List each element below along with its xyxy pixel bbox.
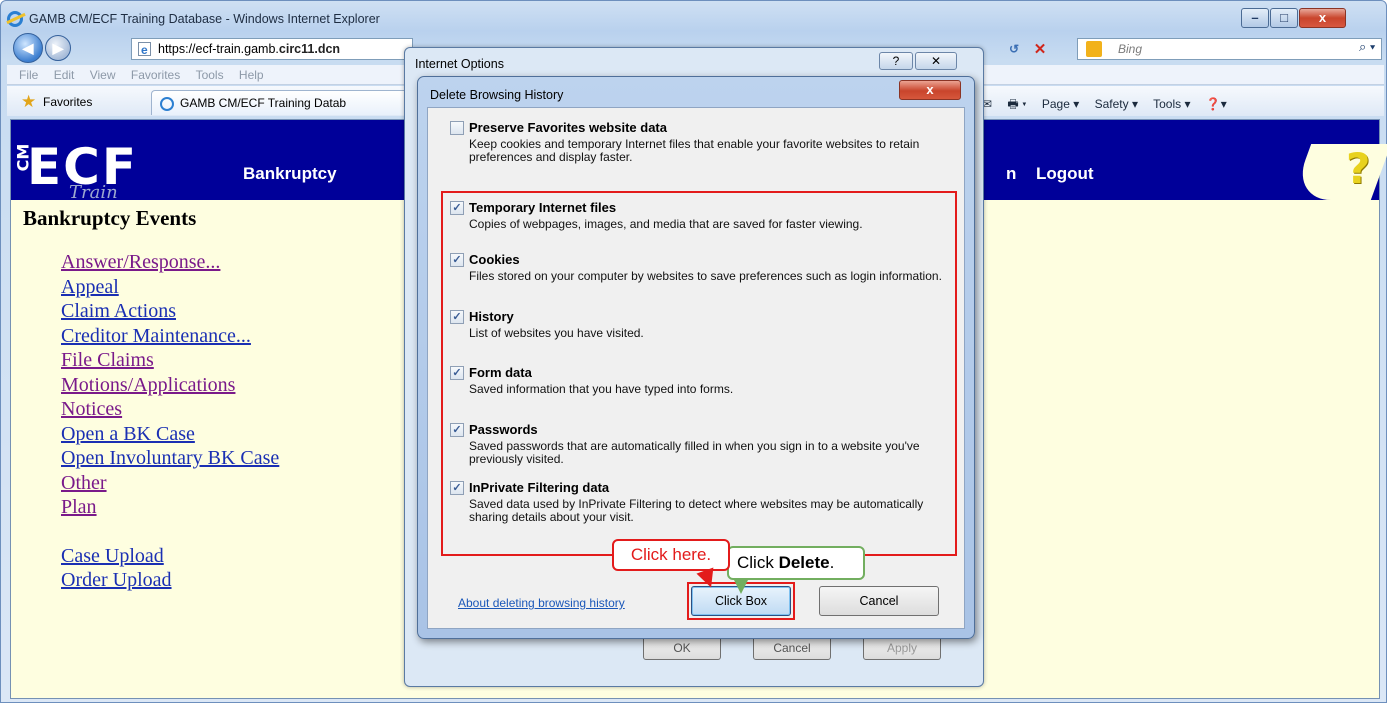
page-menu[interactable]: Page ▾ xyxy=(1042,97,1079,111)
event-link[interactable]: Appeal xyxy=(61,275,279,300)
menu-tools[interactable]: Tools xyxy=(196,65,224,85)
option-description: Saved data used by InPrivate Filtering t… xyxy=(469,497,924,524)
help-button[interactable]: ? xyxy=(879,52,913,70)
event-link[interactable]: Claim Actions xyxy=(61,299,279,324)
forward-button[interactable]: ▶ xyxy=(45,35,71,61)
title-bar: GAMB CM/ECF Training Database - Windows … xyxy=(7,6,1387,32)
window-title: GAMB CM/ECF Training Database - Windows … xyxy=(29,12,380,26)
event-link[interactable]: Motions/Applications xyxy=(61,373,279,398)
logo-train: Train xyxy=(69,182,118,203)
ecf-logo[interactable]: CM ECF Train xyxy=(11,120,136,203)
ie-window: GAMB CM/ECF Training Database - Windows … xyxy=(0,0,1387,703)
option-label[interactable]: Form data xyxy=(469,365,532,380)
page-icon xyxy=(138,40,151,59)
option-description: List of websites you have visited. xyxy=(469,326,644,340)
internet-options-title: Internet Options xyxy=(415,57,504,71)
menu-help[interactable]: Help xyxy=(239,65,264,85)
option-checkbox[interactable]: ✓ xyxy=(450,423,464,437)
help-tab xyxy=(1290,144,1387,200)
option-checkbox[interactable]: ✓ xyxy=(450,253,464,267)
event-link[interactable]: Order Upload xyxy=(61,568,279,593)
nav-logout[interactable]: Logout xyxy=(1036,164,1094,184)
tools-menu[interactable]: Tools ▾ xyxy=(1153,97,1190,111)
minimize-button[interactable]: – xyxy=(1241,8,1269,28)
menu-file[interactable]: File xyxy=(19,65,38,85)
about-deleting-history-link[interactable]: About deleting browsing history xyxy=(458,596,625,610)
event-link[interactable]: Case Upload xyxy=(61,544,279,569)
menu-favorites[interactable]: Favorites xyxy=(131,65,180,85)
ie-logo-icon xyxy=(7,11,23,27)
help-menu-icon[interactable]: ❓▾ xyxy=(1206,97,1227,111)
event-link[interactable]: File Claims xyxy=(61,348,279,373)
callout-delete-bold: Delete xyxy=(778,553,830,572)
event-link[interactable]: Other xyxy=(61,471,279,496)
option-description: Files stored on your computer by website… xyxy=(469,269,942,283)
search-placeholder: Bing xyxy=(1118,42,1143,56)
address-prefix: https://ecf-train.gamb. xyxy=(158,42,279,56)
internet-options-close-button[interactable]: ✕ xyxy=(915,52,957,70)
option-label[interactable]: Cookies xyxy=(469,252,520,267)
option-checkbox[interactable]: ✓ xyxy=(450,201,464,215)
event-links: Answer/Response... Appeal Claim Actions Cre… xyxy=(61,250,279,593)
favorites-button[interactable]: Favorites xyxy=(43,95,92,109)
option-label[interactable]: InPrivate Filtering data xyxy=(469,480,609,495)
apply-button[interactable]: Apply xyxy=(863,636,941,660)
link-group-gap xyxy=(61,520,279,544)
event-link[interactable]: Notices xyxy=(61,397,279,422)
refresh-icon[interactable]: ↺ xyxy=(1005,41,1023,59)
event-link[interactable]: Open Involuntary BK Case xyxy=(61,446,279,471)
stop-icon[interactable]: ✕ xyxy=(1031,41,1049,59)
tab-title: GAMB CM/ECF Training Datab xyxy=(180,96,347,110)
option-checkbox[interactable] xyxy=(450,121,464,135)
nav-search-fragment[interactable]: n xyxy=(1006,164,1016,184)
close-button[interactable]: x xyxy=(1299,8,1346,28)
menu-edit[interactable]: Edit xyxy=(54,65,75,85)
ok-button[interactable]: OK xyxy=(643,636,721,660)
option-checkbox[interactable]: ✓ xyxy=(450,366,464,380)
help-question-icon[interactable]: ? xyxy=(1346,144,1370,193)
callout-delete-prefix: Click xyxy=(737,553,779,572)
callout-delete-suffix: . xyxy=(829,553,835,572)
option-label[interactable]: History xyxy=(469,309,514,324)
click-here-callout: Click here. xyxy=(612,539,730,571)
event-link[interactable]: Creditor Maintenance... xyxy=(61,324,279,349)
page-title: Bankruptcy Events xyxy=(23,206,197,230)
menu-view[interactable]: View xyxy=(90,65,116,85)
option-description: Keep cookies and temporary Internet file… xyxy=(469,137,920,164)
dialog-close-button[interactable]: x xyxy=(899,80,961,100)
safety-menu[interactable]: Safety ▾ xyxy=(1095,97,1138,111)
address-bar[interactable]: https://ecf-train.gamb.circ11.dcn xyxy=(131,38,413,60)
option-checkbox[interactable]: ✓ xyxy=(450,310,464,324)
io-cancel-button[interactable]: Cancel xyxy=(753,636,831,660)
option-description: Copies of webpages, images, and media th… xyxy=(469,217,863,231)
favorites-star-icon[interactable]: ★ xyxy=(21,92,36,112)
command-bar: ✉ 🖶 ▾ Page ▾ Safety ▾ Tools ▾ ❓▾ xyxy=(982,95,1239,116)
nav-bankruptcy[interactable]: Bankruptcy xyxy=(243,164,337,184)
event-link[interactable]: Open a BK Case xyxy=(61,422,279,447)
event-link[interactable]: Answer/Response... xyxy=(61,250,279,275)
address-domain: circ11.dcn xyxy=(278,42,341,56)
print-icon[interactable]: 🖶 ▾ xyxy=(1007,97,1026,111)
cancel-button[interactable]: Cancel xyxy=(819,586,939,616)
click-delete-callout: Click Delete. xyxy=(727,546,865,594)
option-label[interactable]: Preserve Favorites website data xyxy=(469,120,667,135)
option-label[interactable]: Temporary Internet files xyxy=(469,200,616,215)
option-description: Saved information that you have typed in… xyxy=(469,382,734,396)
event-link[interactable]: Plan xyxy=(61,495,279,520)
bing-icon xyxy=(1086,41,1102,57)
dialog-title: Delete Browsing History xyxy=(430,88,564,102)
option-checkbox[interactable]: ✓ xyxy=(450,481,464,495)
browser-tab[interactable]: GAMB CM/ECF Training Datab xyxy=(151,90,413,115)
ie-tab-icon xyxy=(160,97,174,111)
maximize-button[interactable]: □ xyxy=(1270,8,1298,28)
option-description: Saved passwords that are automatically f… xyxy=(469,439,920,466)
search-icon[interactable]: ⌕ ▾ xyxy=(1359,39,1375,55)
search-input[interactable]: Bing xyxy=(1077,38,1382,60)
option-label[interactable]: Passwords xyxy=(469,422,538,437)
back-button[interactable]: ◀ xyxy=(13,33,43,63)
